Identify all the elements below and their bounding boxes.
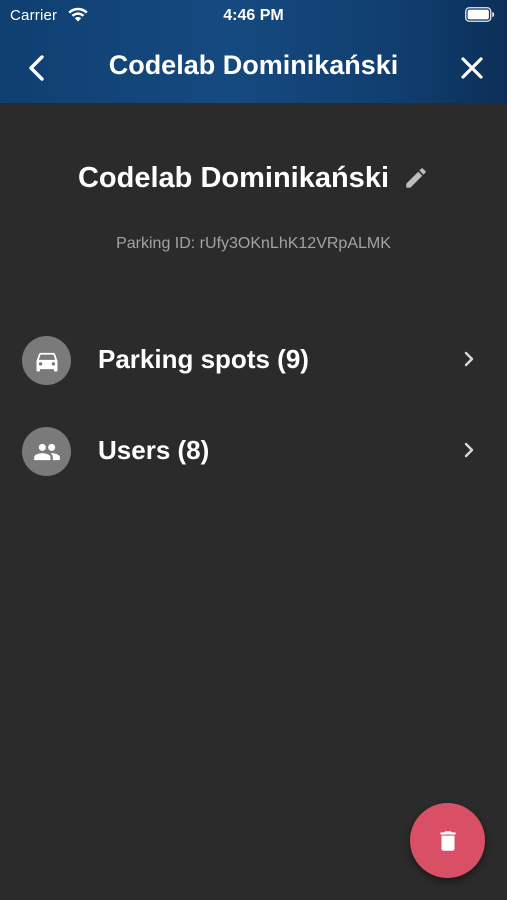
list-item-parking-spots[interactable]: Parking spots (9) (0, 330, 507, 390)
pencil-icon[interactable] (403, 165, 429, 191)
parking-id: Parking ID: rUfy3OKnLhK12VRpALMK (116, 235, 391, 252)
trash-icon (439, 830, 456, 851)
screen: Carrier 4:46 PM Codelab Dominikański Cod… (0, 0, 507, 900)
list-item-label: Users (8) (98, 435, 210, 465)
list-item-avatar (22, 427, 71, 476)
list-item-label: Parking spots (9) (98, 344, 309, 374)
status-bar: Carrier 4:46 PM (0, 0, 507, 32)
car-icon (36, 352, 57, 371)
list-item-users[interactable]: Users (8) (0, 421, 507, 481)
nav-bar: Codelab Dominikański (0, 32, 507, 103)
people-icon (33, 443, 60, 460)
nav-title: Codelab Dominikański (108, 50, 399, 80)
list-item-avatar (22, 336, 71, 385)
chevron-right-icon (464, 442, 474, 458)
delete-fab-button[interactable] (410, 803, 485, 878)
chevron-right-icon (464, 351, 474, 367)
back-button[interactable] (22, 52, 54, 84)
status-time: 4:46 PM (223, 7, 284, 24)
close-button[interactable] (456, 52, 488, 84)
parking-title-row: Codelab Dominikański (0, 158, 507, 198)
parking-name: Codelab Dominikański (77, 161, 389, 194)
header: Carrier 4:46 PM Codelab Dominikański (0, 0, 507, 103)
battery-icon (465, 7, 495, 22)
